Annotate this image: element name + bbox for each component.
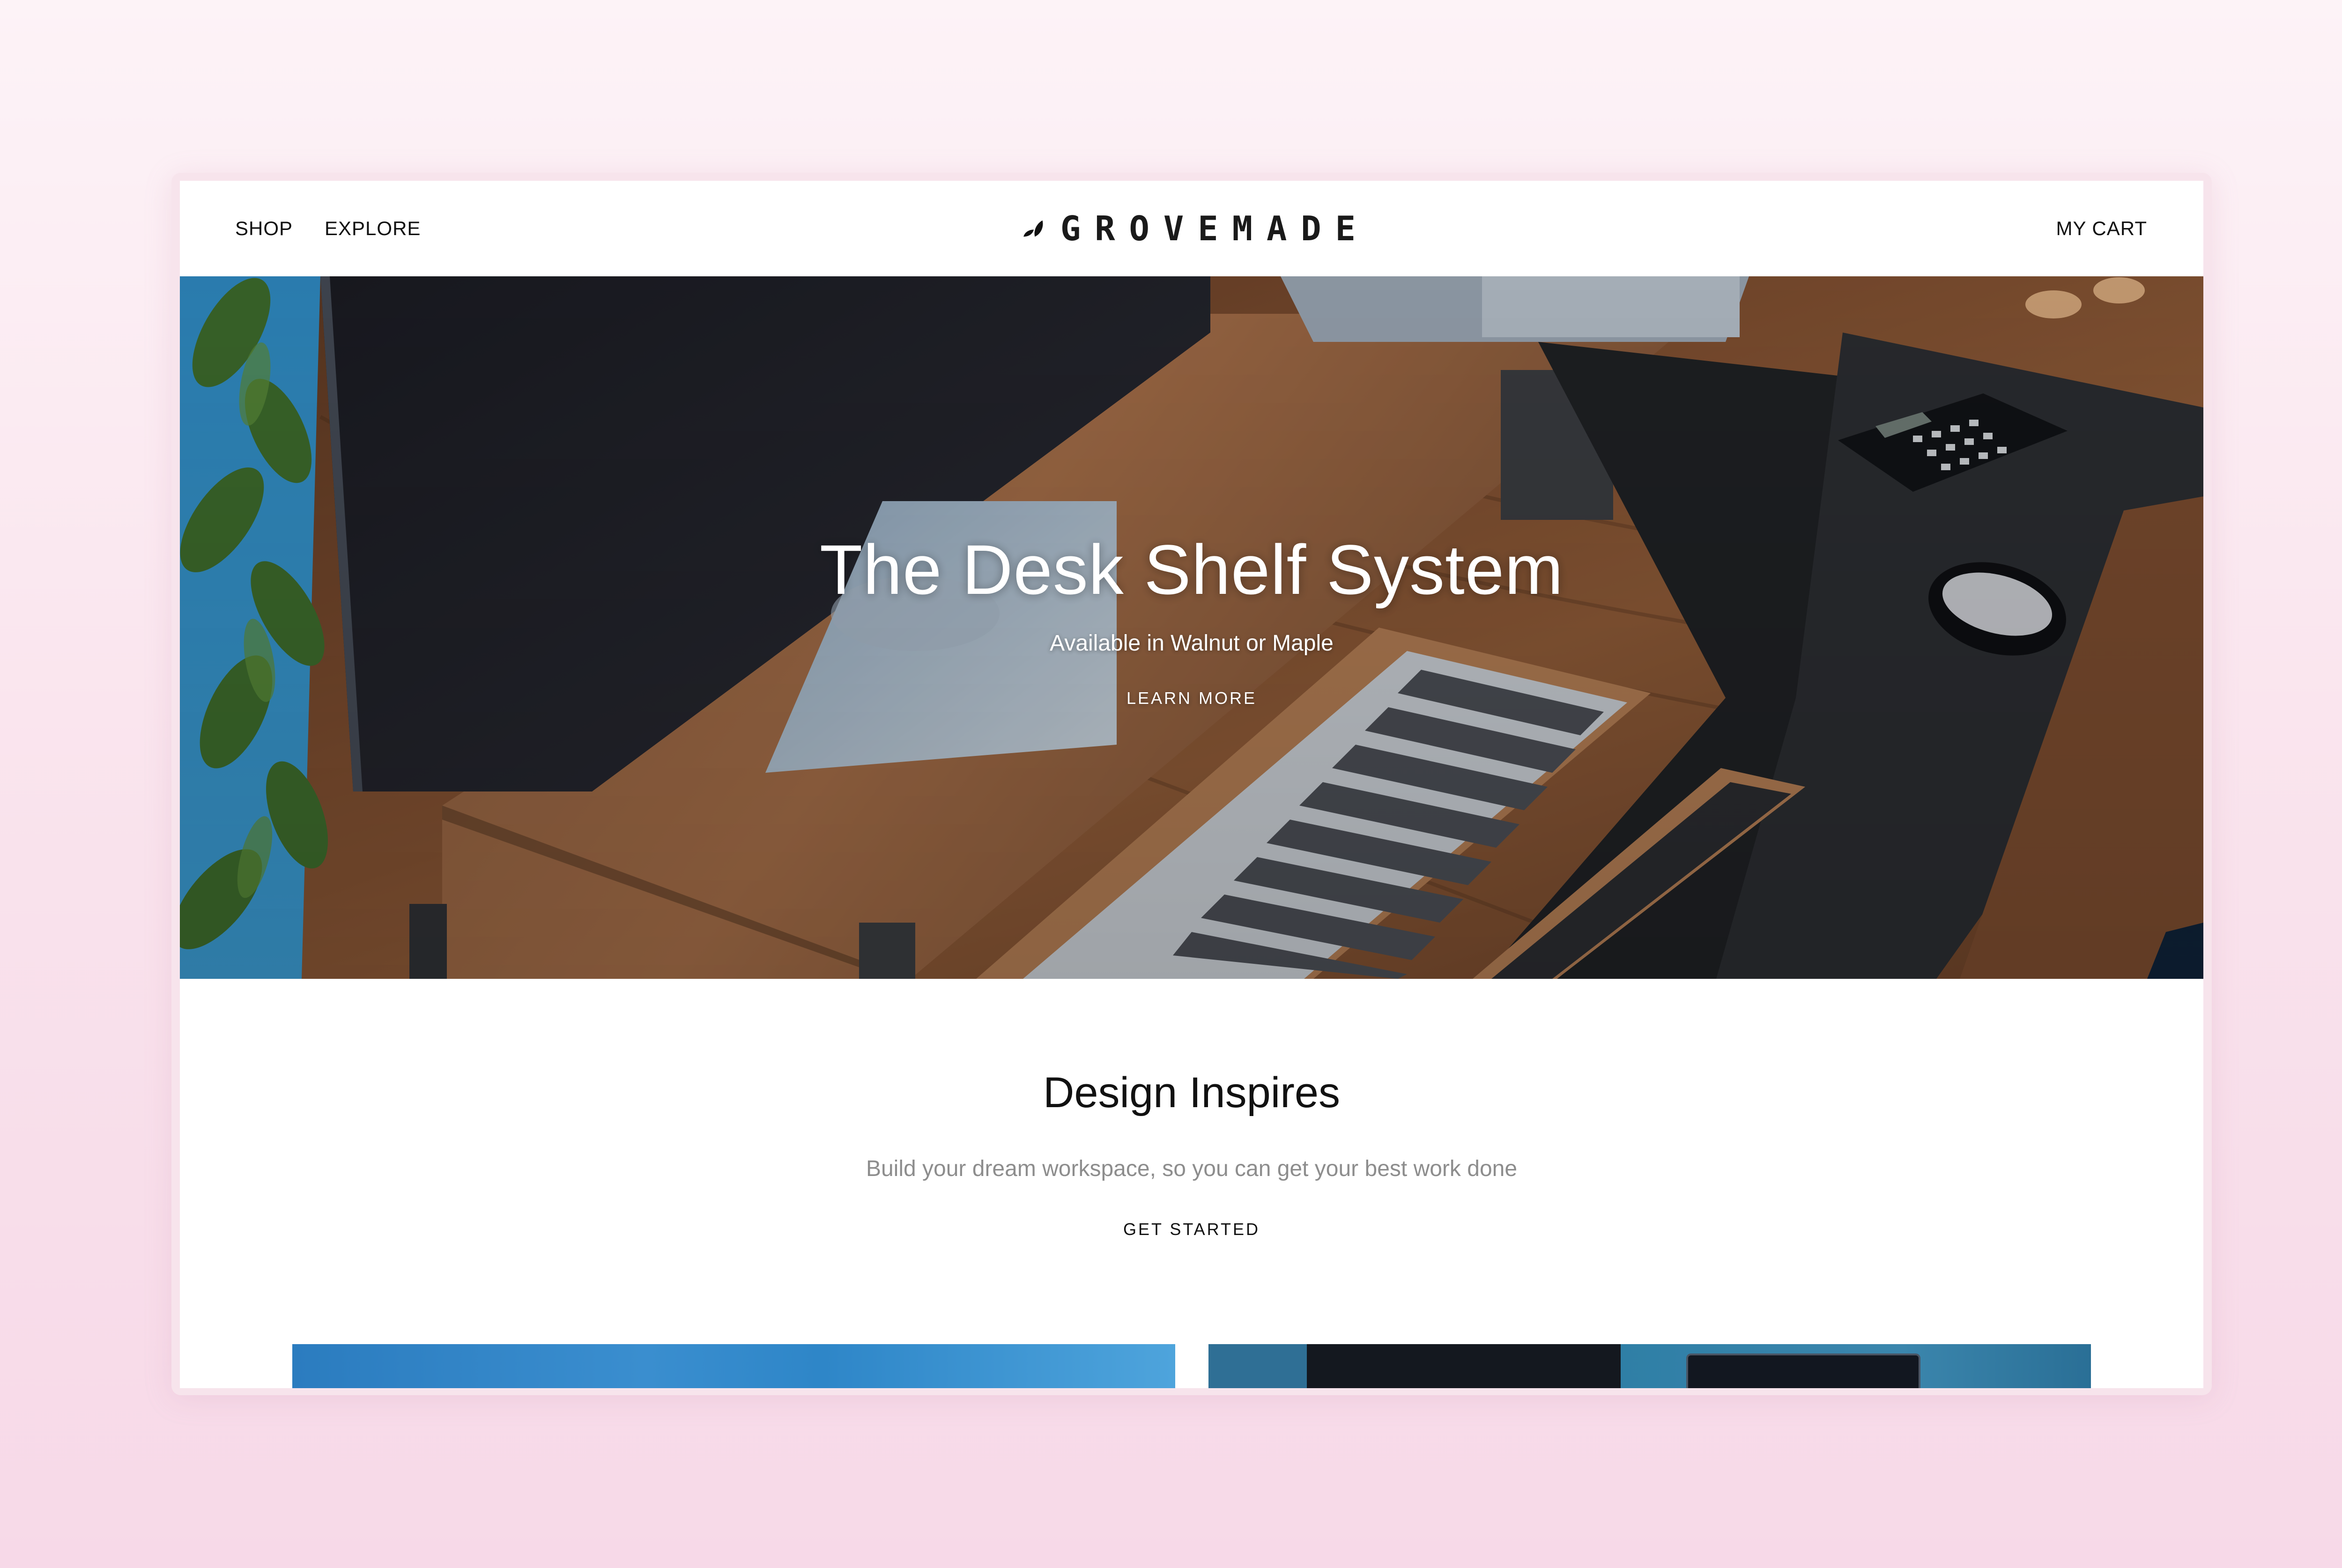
hero-subtitle: Available in Walnut or Maple bbox=[1050, 631, 1334, 656]
section-subtitle: Build your dream workspace, so you can g… bbox=[866, 1156, 1518, 1181]
section-title: Design Inspires bbox=[1043, 1069, 1341, 1117]
feature-image-left[interactable] bbox=[292, 1344, 1175, 1388]
my-cart-link[interactable]: MY CART bbox=[2056, 181, 2147, 276]
thumb-right-wall bbox=[1208, 1344, 1307, 1388]
hero-learn-more-wrap: LEARN MORE bbox=[180, 688, 2203, 708]
learn-more-button[interactable]: LEARN MORE bbox=[1127, 688, 1257, 708]
hero-title: The Desk Shelf System bbox=[819, 530, 1564, 609]
get-started-button[interactable]: GET STARTED bbox=[1123, 1220, 1260, 1239]
brand-wordmark: GROVEMADE bbox=[1060, 209, 1370, 248]
brand-logo[interactable]: GROVEMADE bbox=[1023, 181, 1370, 276]
thumb-right-dark-panel bbox=[1307, 1344, 1621, 1388]
nav-explore-link[interactable]: EXPLORE bbox=[325, 181, 421, 276]
leaf-logo-icon bbox=[1023, 220, 1043, 237]
top-navigation: SHOP EXPLORE GROVEMADE MY CART bbox=[180, 181, 2203, 276]
hero-banner: The Desk Shelf System Available in Walnu… bbox=[180, 276, 2203, 979]
get-started-wrap: GET STARTED bbox=[180, 1220, 2203, 1239]
feature-image-right[interactable] bbox=[1208, 1344, 2091, 1388]
nav-shop-link[interactable]: SHOP bbox=[235, 181, 293, 276]
page-window: SHOP EXPLORE GROVEMADE MY CART The Desk … bbox=[180, 181, 2203, 1388]
hero-content: The Desk Shelf System Available in Walnu… bbox=[180, 276, 2203, 979]
thumb-right-laptop bbox=[1686, 1354, 1920, 1388]
